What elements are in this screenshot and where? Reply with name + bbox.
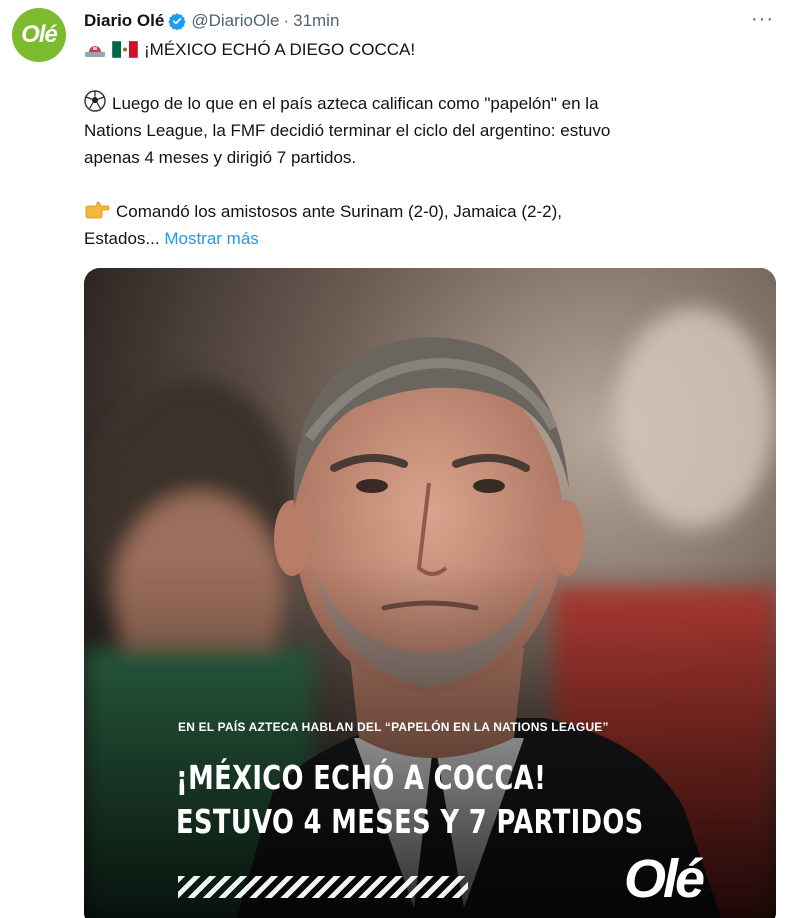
tweet-line-1: ¡MÉXICO ECHÓ A DIEGO COCCA! xyxy=(84,36,764,63)
tweet[interactable]: Olé Diario Olé @DiarioOle · 31min ··· ¡M… xyxy=(0,0,788,918)
tweet-line-5: Comandó los amistosos ante Surinam (2-0)… xyxy=(84,198,764,225)
tweet-line-4: apenas 4 meses y dirigió 7 partidos. xyxy=(84,148,357,167)
tweet-line-6: Estados... Mostrar más xyxy=(84,229,259,248)
media-headline-line-2: ESTUVO 4 MESES Y 7 PARTIDOS xyxy=(176,802,644,841)
ole-logo: Olé xyxy=(624,849,705,909)
display-name[interactable]: Diario Olé xyxy=(84,11,164,31)
verified-badge-icon xyxy=(168,13,187,30)
soccer-ball-emoji-icon xyxy=(84,90,106,112)
mexico-flag-emoji-icon xyxy=(112,41,138,58)
timestamp[interactable]: 31min xyxy=(293,11,339,31)
tweet-header: Diario Olé @DiarioOle · 31min xyxy=(84,10,339,32)
tweet-line-2: Luego de lo que en el país azteca califi… xyxy=(84,90,764,117)
more-options-icon[interactable]: ··· xyxy=(751,8,774,31)
avatar[interactable]: Olé xyxy=(12,8,66,62)
avatar-logo-text: Olé xyxy=(21,21,58,48)
decorative-stripes xyxy=(178,876,468,898)
show-more-link[interactable]: Mostrar más xyxy=(164,229,258,248)
pointing-right-emoji-icon xyxy=(85,201,110,219)
media-headline: ¡MÉXICO ECHÓ A COCCA! ESTUVO 4 MESES Y 7… xyxy=(176,756,644,844)
handle[interactable]: @DiarioOle xyxy=(191,11,279,31)
siren-emoji-icon xyxy=(85,46,105,57)
tweet-headline-text: ¡MÉXICO ECHÓ A DIEGO COCCA! xyxy=(144,40,416,59)
tweet-media-image[interactable]: EN EL PAÍS AZTECA HABLAN DEL “PAPELÓN EN… xyxy=(84,268,776,918)
tweet-text: ¡MÉXICO ECHÓ A DIEGO COCCA! Luego de lo … xyxy=(84,36,764,252)
media-kicker: EN EL PAÍS AZTECA HABLAN DEL “PAPELÓN EN… xyxy=(178,720,609,734)
separator-dot: · xyxy=(283,11,290,30)
tweet-line-3: Nations League, la FMF decidió terminar … xyxy=(84,121,611,140)
media-headline-line-1: ¡MÉXICO ECHÓ A COCCA! xyxy=(176,758,547,797)
